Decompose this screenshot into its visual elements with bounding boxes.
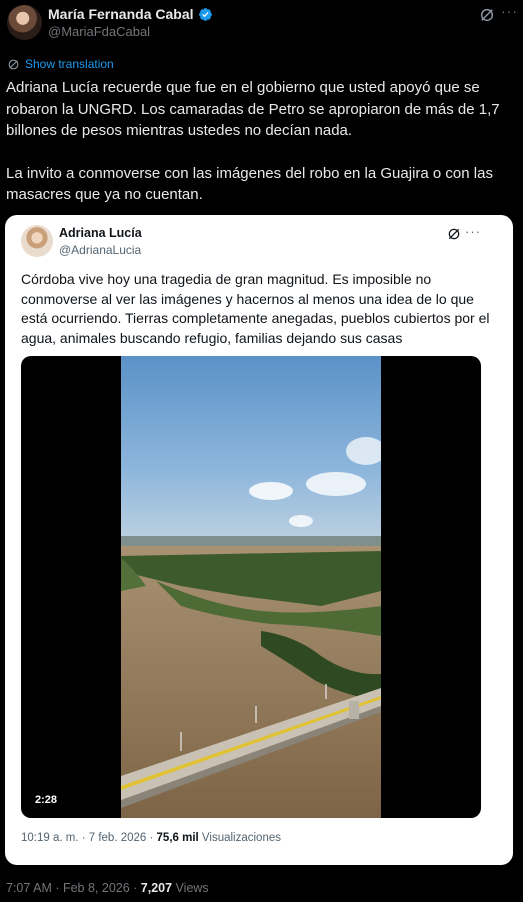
flood-video-frame[interactable] — [121, 356, 381, 818]
verified-badge-icon — [198, 7, 212, 21]
quoted-views-label: Visualizaciones — [198, 832, 281, 844]
grok-icon[interactable] — [479, 7, 495, 23]
author-name-line[interactable]: María Fernanda Cabal — [48, 6, 213, 22]
tweet-paragraph-1: Adriana Lucía recuerde que fue en el gob… — [6, 79, 500, 139]
quoted-timestamp[interactable]: 10:19 a. m. · 7 feb. 2026 · — [21, 832, 157, 844]
tweet-timestamp[interactable]: 7:07 AM · Feb 8, 2026 · — [6, 881, 141, 895]
tweet-paragraph-2: La invito a conmoverse con las imágenes … — [6, 164, 493, 204]
quoted-tweet-text: Córdoba vive hoy una tragedia de gran ma… — [21, 271, 490, 346]
tweet-footer: 7:07 AM · Feb 8, 2026 · 7,207 Views — [6, 881, 209, 895]
translate-icon — [8, 59, 19, 69]
quoted-video[interactable]: 2:28 — [21, 356, 481, 818]
tweet-header: María Fernanda Cabal @MariaFdaCabal ··· — [7, 4, 517, 43]
quoted-more-icon[interactable]: ··· — [465, 224, 481, 239]
show-translation[interactable]: Show translation — [7, 57, 114, 71]
quoted-tweet-meta: 10:19 a. m. · 7 feb. 2026 · 75,6 mil Vis… — [21, 832, 281, 844]
quoted-tweet-card[interactable]: Adriana Lucía @AdrianaLucia ··· Córdoba … — [5, 215, 513, 865]
video-duration: 2:28 — [35, 794, 58, 806]
tweet-text: Adriana Lucía recuerde que fue en el gob… — [6, 77, 516, 227]
show-translation-label[interactable]: Show translation — [25, 57, 114, 71]
author-avatar[interactable] — [7, 5, 42, 40]
author-name[interactable]: María Fernanda Cabal — [48, 6, 194, 22]
quoted-views-count: 75,6 mil — [156, 832, 199, 844]
more-icon[interactable]: ··· — [501, 4, 517, 21]
tweet-views-count: 7,207 — [140, 881, 173, 895]
quoted-author-avatar[interactable] — [21, 225, 53, 257]
tweet-views-label: Views — [172, 881, 209, 895]
author-handle[interactable]: @MariaFdaCabal — [48, 24, 150, 39]
quoted-author-name[interactable]: Adriana Lucía — [59, 226, 142, 240]
quoted-grok-icon[interactable] — [447, 227, 461, 241]
quoted-author-handle[interactable]: @AdrianaLucia — [59, 243, 141, 257]
